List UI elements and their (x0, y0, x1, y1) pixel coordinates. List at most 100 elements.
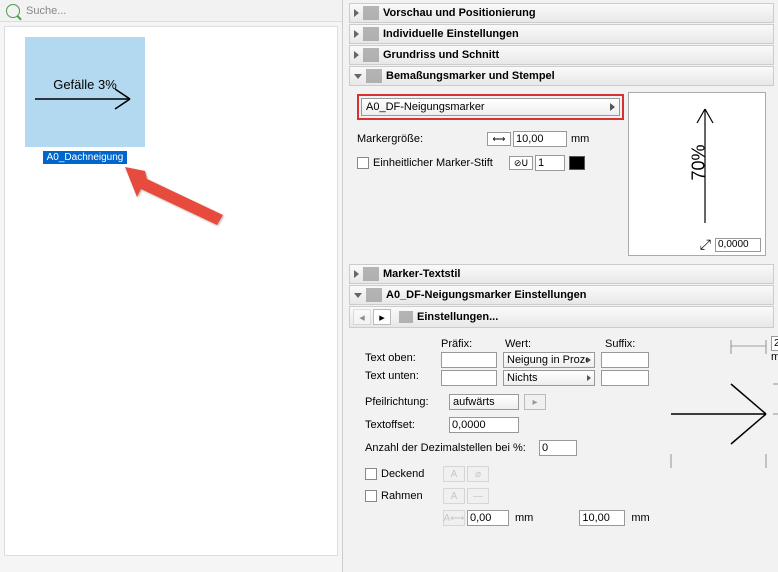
page-icon (399, 311, 413, 323)
text-bottom-label: Text unten: (365, 370, 441, 386)
marker-thumbnail[interactable]: Gefälle 3% (25, 37, 145, 147)
covering-label: Deckend (381, 468, 441, 480)
chevron-right-icon (610, 103, 615, 111)
suffix-header: Suffix: (605, 338, 661, 350)
prefix-top-input[interactable] (441, 352, 497, 368)
annotation-arrow-icon (125, 167, 235, 227)
arrow-preview: mm mm (661, 334, 766, 534)
thumbnail-text: Gefälle 3% (53, 77, 117, 92)
covering-opt2: ⌀ (467, 466, 489, 482)
suffix-top-input[interactable] (601, 352, 649, 368)
settings-body: Präfix: Wert: Suffix: Text oben: Neigung… (351, 330, 772, 538)
covering-row: Deckend A ⌀ (365, 464, 661, 484)
nav-prev-button[interactable]: ◂ (353, 309, 371, 325)
individual-icon (363, 27, 379, 41)
section-textstyle[interactable]: Marker-Textstil (349, 264, 774, 284)
pen-color-swatch[interactable] (569, 156, 585, 170)
pen-number-input[interactable] (535, 155, 565, 171)
covering-opt1: A (443, 466, 465, 482)
section-settings[interactable]: A0_DF-Neigungsmarker Einstellungen (349, 285, 774, 305)
collapse-icon (354, 293, 362, 298)
val1-input[interactable] (467, 510, 509, 526)
nav-next-button[interactable]: ▸ (373, 309, 391, 325)
marker-preview: 70% ⤢ (628, 92, 766, 256)
val2-input[interactable] (579, 510, 625, 526)
marker-size-label: Markergröße: (357, 133, 487, 145)
frame-checkbox[interactable] (365, 490, 377, 502)
preview-icon (363, 6, 379, 20)
marker-size-row: Markergröße: ⟷ mm (357, 128, 624, 150)
unit2: mm (631, 512, 649, 524)
expand-icon (354, 9, 359, 17)
thumbnail-arrow-icon (25, 37, 145, 147)
frame-row: Rahmen A — (365, 486, 661, 506)
unit1: mm (515, 512, 533, 524)
frame-opt2: — (467, 488, 489, 504)
slope-preview-text: 70% (689, 133, 710, 193)
frame-opt1: A (443, 488, 465, 504)
marker-icon (366, 69, 382, 83)
bottom-inputs-row: A⟷ mm mm (365, 508, 661, 528)
text-top-row: Text oben: Neigung in Prozent (365, 352, 661, 368)
marker-dropdown-highlight: A0_DF-Neigungsmarker (357, 94, 624, 120)
text-top-label: Text oben: (365, 352, 441, 368)
dim-w-input[interactable] (771, 336, 778, 351)
section-marker[interactable]: Bemaßungsmarker und Stempel (349, 66, 774, 86)
arrow-preview-icon (661, 334, 778, 494)
uniform-pen-label: Einheitlicher Marker-Stift (373, 157, 509, 169)
chevron-right-icon (587, 375, 591, 381)
covering-checkbox[interactable] (365, 468, 377, 480)
floorplan-icon (363, 48, 379, 62)
settings-page-label: Einstellungen... (417, 311, 498, 323)
marker-type-dropdown[interactable]: A0_DF-Neigungsmarker (361, 98, 620, 116)
search-bar[interactable]: Suche... (0, 0, 342, 22)
textstyle-icon (363, 267, 379, 281)
expand-icon (354, 30, 359, 38)
left-panel: Suche... Gefälle 3% A0_Dachneigung (0, 0, 343, 572)
origin-input[interactable] (715, 238, 761, 252)
offset-input[interactable] (449, 417, 519, 433)
suffix-bottom-input[interactable] (601, 370, 649, 386)
section-preview[interactable]: Vorschau und Positionierung (349, 3, 774, 23)
value-bottom-dropdown[interactable]: Nichts (503, 370, 595, 386)
frame-label: Rahmen (381, 490, 441, 502)
thumbnail-label[interactable]: A0_Dachneigung (25, 151, 145, 163)
marker-body: A0_DF-Neigungsmarker Markergröße: ⟷ mm E… (349, 88, 774, 260)
arrow-dir-row: Pfeilrichtung: aufwärts ▸ (365, 392, 661, 412)
decimals-input[interactable] (539, 440, 577, 456)
size-icon: A⟷ (443, 510, 465, 526)
offset-label: Textoffset: (365, 419, 449, 431)
section-floorplan[interactable]: Grundriss und Schnitt (349, 45, 774, 65)
dim-w-unit: mm (771, 351, 778, 363)
expand-icon (354, 51, 359, 59)
search-icon (6, 4, 20, 18)
decimals-row: Anzahl der Dezimalstellen bei %: (365, 438, 661, 458)
gallery: Gefälle 3% A0_Dachneigung (4, 26, 338, 556)
arrow-dir-label: Pfeilrichtung: (365, 396, 449, 408)
section-individual[interactable]: Individuelle Einstellungen (349, 24, 774, 44)
size-icon: ⟷ (487, 132, 511, 146)
uniform-pen-checkbox[interactable] (357, 157, 369, 169)
arrow-dir-dropdown[interactable]: aufwärts (449, 394, 519, 410)
offset-row: Textoffset: (365, 415, 661, 435)
value-top-dropdown[interactable]: Neigung in Prozent (503, 352, 595, 368)
prefix-header: Präfix: (441, 338, 505, 350)
expand-icon (354, 270, 359, 278)
arrow-dir-menu[interactable]: ▸ (524, 394, 546, 410)
pen-icon: ⊘ᑌ (509, 156, 533, 170)
decimals-label: Anzahl der Dezimalstellen bei %: (365, 442, 539, 454)
uniform-pen-row: Einheitlicher Marker-Stift ⊘ᑌ (357, 152, 624, 174)
column-headers: Präfix: Wert: Suffix: (365, 338, 661, 350)
marker-size-input[interactable] (513, 131, 567, 147)
value-header: Wert: (505, 338, 605, 350)
settings-subnav: ◂ ▸ Einstellungen... (349, 306, 774, 328)
unit-mm: mm (571, 133, 589, 145)
collapse-icon (354, 74, 362, 79)
prefix-bottom-input[interactable] (441, 370, 497, 386)
settings-icon (366, 288, 382, 302)
origin-icon: ⤢ (700, 236, 711, 253)
chevron-right-icon (587, 357, 591, 363)
search-placeholder: Suche... (26, 5, 66, 17)
right-panel: Vorschau und Positionierung Individuelle… (343, 0, 778, 572)
text-bottom-row: Text unten: Nichts (365, 370, 661, 386)
